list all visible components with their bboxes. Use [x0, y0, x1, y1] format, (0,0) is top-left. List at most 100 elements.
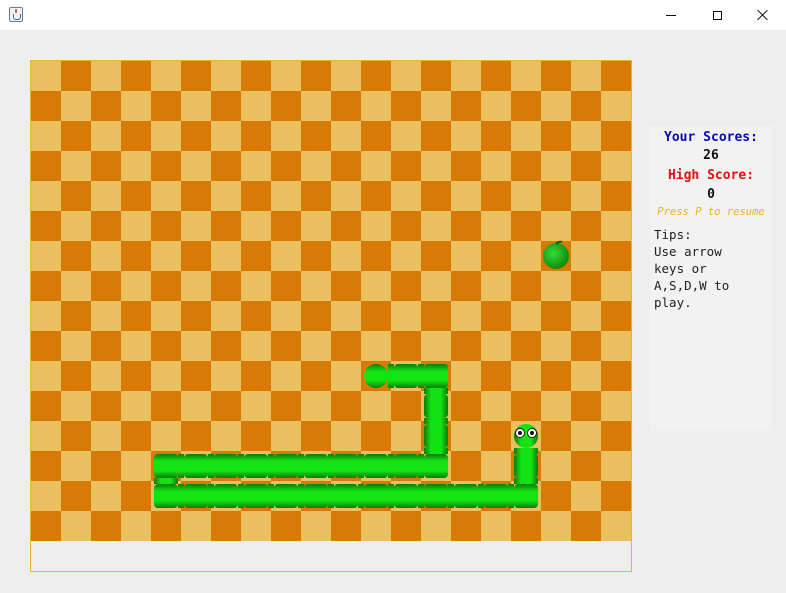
board-cell	[151, 301, 181, 331]
board-cell	[391, 181, 421, 211]
board-cell	[301, 511, 331, 541]
board-cell	[511, 151, 541, 181]
board-cell	[361, 511, 391, 541]
board-cell	[181, 211, 211, 241]
snake-joint	[448, 484, 454, 508]
board-cell	[31, 91, 61, 121]
board-cell	[121, 481, 151, 511]
board-cell	[451, 331, 481, 361]
board-cell	[331, 361, 361, 391]
snake-segment	[334, 484, 358, 508]
board-cell	[151, 241, 181, 271]
close-icon	[757, 9, 769, 21]
snake-joint	[178, 454, 184, 478]
board-cell	[571, 151, 601, 181]
minimize-button[interactable]	[648, 0, 694, 30]
board-cell	[181, 331, 211, 361]
snake-joint	[418, 364, 424, 388]
board-cell	[301, 301, 331, 331]
board-cell	[151, 61, 181, 91]
board-cell	[61, 211, 91, 241]
snake-joint	[424, 448, 448, 454]
board-cell	[391, 301, 421, 331]
board-cell	[511, 361, 541, 391]
board-cell	[361, 271, 391, 301]
board-cell	[271, 271, 301, 301]
board-cell	[481, 241, 511, 271]
board-cell	[181, 301, 211, 331]
board-cell	[61, 421, 91, 451]
snake-joint	[514, 478, 538, 484]
board-cell	[91, 121, 121, 151]
game-board[interactable]	[30, 60, 632, 572]
snake-segment	[244, 484, 268, 508]
close-button[interactable]	[740, 0, 786, 30]
board-cell	[181, 61, 211, 91]
board-cell	[211, 181, 241, 211]
board-cell	[571, 61, 601, 91]
board-cell	[31, 271, 61, 301]
snake-joint	[238, 454, 244, 478]
snake-joint	[154, 478, 178, 484]
board-cell	[211, 151, 241, 181]
board-cell	[241, 511, 271, 541]
board-cell	[601, 121, 631, 151]
board-cell	[451, 61, 481, 91]
board-cell	[91, 421, 121, 451]
maximize-button[interactable]	[694, 0, 740, 30]
snake-joint	[328, 454, 334, 478]
board-cell	[361, 241, 391, 271]
board-cell	[571, 301, 601, 331]
board-cell	[541, 331, 571, 361]
board-cell	[451, 451, 481, 481]
board-cell	[121, 211, 151, 241]
board-cell	[541, 421, 571, 451]
board-cell	[331, 151, 361, 181]
board-cell	[271, 211, 301, 241]
board-cell	[601, 331, 631, 361]
board-cell	[301, 121, 331, 151]
board-cell	[121, 361, 151, 391]
board-cell	[571, 511, 601, 541]
board-cell	[91, 181, 121, 211]
board-cell	[361, 91, 391, 121]
board-cell	[151, 151, 181, 181]
board-cell	[121, 241, 151, 271]
snake-segment	[274, 484, 298, 508]
board-cell	[601, 511, 631, 541]
board-cell	[61, 511, 91, 541]
board-cell	[541, 211, 571, 241]
board-cell	[481, 151, 511, 181]
board-cell	[571, 421, 601, 451]
board-cell	[331, 511, 361, 541]
board-cell	[541, 361, 571, 391]
board-cell	[241, 61, 271, 91]
board-cell	[151, 271, 181, 301]
board-cell	[361, 391, 391, 421]
resume-hint: Press P to resume	[657, 206, 765, 218]
board-cell	[541, 61, 571, 91]
board-cell	[31, 511, 61, 541]
board-cell	[511, 61, 541, 91]
board-cell	[451, 301, 481, 331]
score-panel: Your Scores: 26 High Score: 0 Press P to…	[650, 126, 772, 431]
board-cell	[481, 271, 511, 301]
snake-joint	[268, 484, 274, 508]
board-cell	[541, 451, 571, 481]
board-cell	[211, 421, 241, 451]
board-cell	[241, 211, 271, 241]
board-cell	[61, 121, 91, 151]
board-cell	[211, 121, 241, 151]
board-cell	[451, 181, 481, 211]
board-cell	[151, 361, 181, 391]
board-cell	[241, 361, 271, 391]
board-cell	[271, 241, 301, 271]
snake-segment	[214, 454, 238, 478]
board-cell	[61, 271, 91, 301]
board-cell	[451, 391, 481, 421]
board-cell	[31, 301, 61, 331]
board-cell	[31, 361, 61, 391]
high-score-value: 0	[707, 187, 715, 202]
board-cell	[91, 481, 121, 511]
board-cell	[331, 241, 361, 271]
